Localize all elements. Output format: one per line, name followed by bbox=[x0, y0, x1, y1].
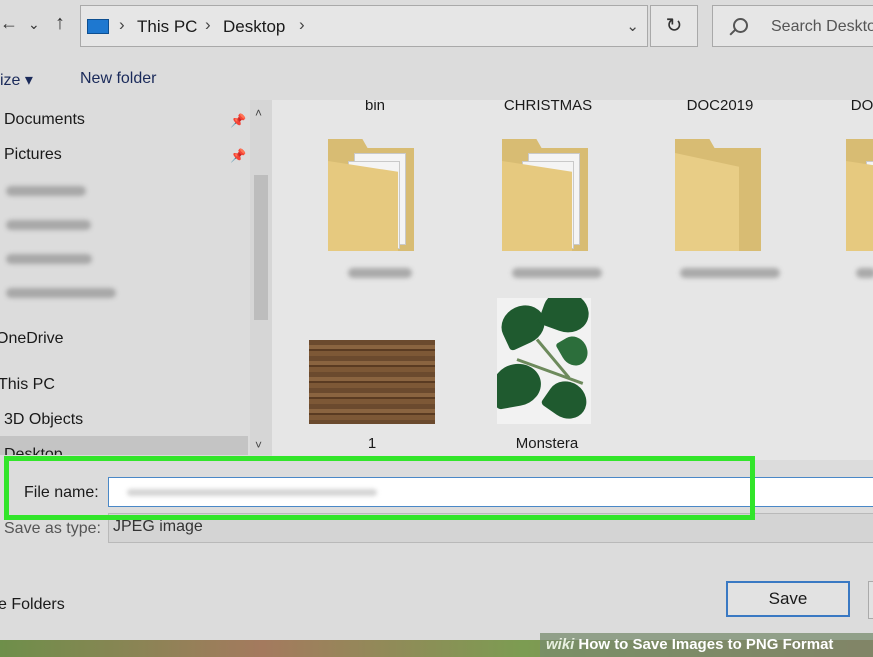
folder-name[interactable]: CHRISTMAS bbox=[478, 100, 618, 114]
monstera-image-thumbnail[interactable] bbox=[497, 298, 591, 424]
chevron-down-icon[interactable]: ⌄ bbox=[626, 17, 639, 35]
watermark-brand: wiki bbox=[546, 636, 575, 653]
save-type-value: JPEG image bbox=[113, 518, 203, 535]
save-button[interactable]: Save bbox=[726, 581, 850, 617]
search-icon bbox=[733, 18, 748, 33]
watermark-title: How to Save Images to PNG Format bbox=[578, 636, 834, 653]
sidebar-item-documents[interactable]: Documents bbox=[4, 111, 85, 129]
hide-folders-toggle[interactable]: e Folders bbox=[0, 596, 65, 614]
scroll-up-icon[interactable]: ˄ bbox=[255, 106, 262, 120]
cancel-button[interactable] bbox=[868, 581, 873, 619]
blurred-item[interactable] bbox=[6, 254, 92, 264]
file-name[interactable]: Monstera bbox=[477, 435, 617, 452]
blurred-file-name[interactable] bbox=[348, 268, 412, 278]
pin-icon[interactable]: 📌 bbox=[230, 148, 246, 164]
organize-menu[interactable]: ize ▾ bbox=[0, 70, 33, 90]
blurred-item[interactable] bbox=[6, 186, 86, 196]
breadcrumb-separator[interactable]: › bbox=[299, 15, 305, 35]
folder-icon[interactable] bbox=[328, 139, 414, 251]
folder-name[interactable]: bin bbox=[305, 100, 445, 114]
sidebar-scrollbar[interactable]: ˄ ˅ bbox=[250, 100, 272, 455]
folder-icon[interactable] bbox=[675, 139, 761, 251]
folder-icon[interactable] bbox=[846, 139, 873, 251]
blurred-item[interactable] bbox=[6, 288, 116, 298]
sidebar-item-onedrive[interactable]: OneDrive bbox=[0, 330, 64, 348]
pin-icon[interactable]: 📌 bbox=[230, 113, 246, 129]
scrollbar-thumb[interactable] bbox=[254, 175, 268, 320]
folder-name[interactable]: DO bbox=[792, 100, 873, 114]
blurred-file-name[interactable] bbox=[680, 268, 780, 278]
search-placeholder: Search Desktop bbox=[771, 18, 873, 35]
up-arrow-icon[interactable]: ↑ bbox=[55, 12, 65, 35]
sidebar-item-this-pc[interactable]: This PC bbox=[0, 376, 55, 394]
breadcrumb-desktop[interactable]: Desktop bbox=[223, 17, 285, 37]
blurred-file-name[interactable] bbox=[856, 268, 873, 278]
folder-icon[interactable] bbox=[502, 139, 588, 251]
file-name[interactable]: 1 bbox=[302, 435, 442, 452]
breadcrumb-separator[interactable]: › bbox=[205, 15, 211, 35]
navigation-pane: Documents 📌 Pictures 📌 OneDrive This PC … bbox=[0, 100, 272, 455]
folder-name[interactable]: DOC2019 bbox=[650, 100, 790, 114]
save-form: File name: Save as type: JPEG image e Fo… bbox=[0, 456, 873, 640]
new-folder-button[interactable]: New folder bbox=[80, 70, 156, 88]
save-dialog: ← ⌄ ↑ › This PC › Desktop › ⌄ ↻ Search D… bbox=[0, 0, 873, 640]
back-arrow-icon[interactable]: ← bbox=[0, 13, 18, 34]
wood-image-thumbnail[interactable] bbox=[309, 340, 435, 424]
blurred-file-name[interactable] bbox=[512, 268, 602, 278]
refresh-button[interactable]: ↻ bbox=[650, 5, 698, 47]
sidebar-item-3d-objects[interactable]: 3D Objects bbox=[4, 411, 83, 429]
sidebar-item-pictures[interactable]: Pictures bbox=[4, 146, 62, 164]
sidebar-item-desktop[interactable]: Desktop bbox=[4, 446, 63, 455]
save-type-label: Save as type: bbox=[4, 520, 101, 537]
highlight-box bbox=[4, 456, 755, 520]
this-pc-icon bbox=[87, 19, 109, 34]
breadcrumb-this-pc[interactable]: This PC bbox=[137, 17, 197, 37]
blurred-item[interactable] bbox=[6, 220, 91, 230]
watermark: wiki How to Save Images to PNG Format bbox=[540, 633, 873, 657]
file-list: bin CHRISTMAS DOC2019 DO 1 Monstera bbox=[272, 100, 873, 460]
refresh-icon: ↻ bbox=[665, 15, 683, 37]
breadcrumb-separator[interactable]: › bbox=[119, 15, 125, 35]
command-bar: ize ▾ New folder bbox=[0, 58, 873, 100]
recent-locations-icon[interactable]: ⌄ bbox=[28, 16, 40, 33]
address-bar[interactable]: › This PC › Desktop › ⌄ bbox=[80, 5, 648, 47]
search-box[interactable]: Search Desktop bbox=[712, 5, 873, 47]
scroll-down-icon[interactable]: ˅ bbox=[255, 438, 262, 452]
